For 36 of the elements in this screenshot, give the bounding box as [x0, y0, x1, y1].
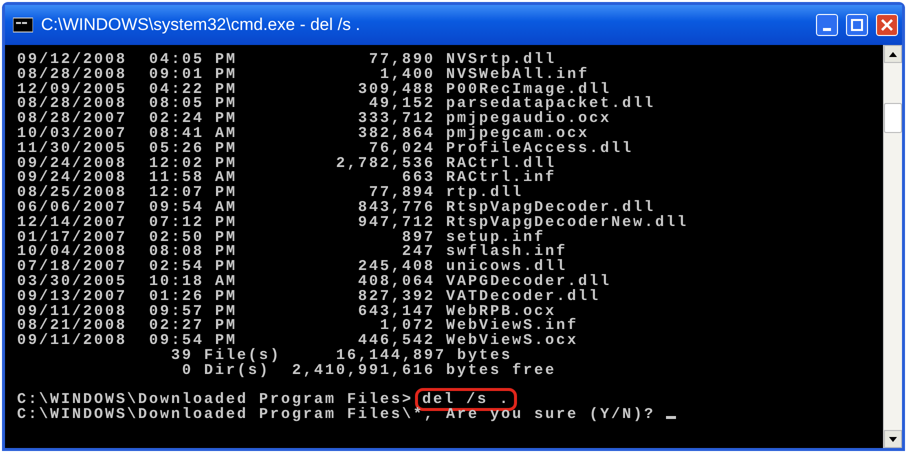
maximize-icon [851, 19, 863, 31]
console-line: 39 File(s) 16,144,897 bytes [170, 348, 513, 364]
console-line: 09/11/2008 09:57 PM 643,147 WebRPB.ocx [17, 304, 556, 320]
console-line: 09/12/2008 04:05 PM 77,890 NVSrtp.dll [17, 53, 556, 68]
console-line: 0 Dir(s) 2,410,991,616 bytes free [181, 364, 558, 379]
console-icon [13, 17, 33, 33]
minimize-icon [823, 28, 831, 31]
console-line: 08/28/2008 09:01 PM 1,400 NVSWebAll.inf [17, 68, 590, 83]
console-line: 09/24/2008 11:58 AM 663 RACtrl.inf [17, 171, 558, 186]
close-icon [881, 19, 893, 31]
console-line: 12/09/2005 04:22 PM 309,488 P00RecImage.dll [17, 82, 612, 98]
console-line: 10/03/2007 08:41 AM 382,864 pmjpegcam.ocx [17, 126, 590, 142]
console-line: 03/30/2005 10:18 AM 408,064 VAPGDecoder.dll [17, 274, 612, 290]
console-line: 01/17/2007 02:50 PM 897 setup.inf [17, 230, 546, 246]
console-line: 09/11/2008 09:54 PM 446,542 WebViewS.ocx [17, 334, 580, 349]
scroll-down-button[interactable] [884, 430, 902, 448]
console-line: 07/18/2007 02:54 PM 245,408 unicows.dll [17, 260, 568, 275]
maximize-button[interactable] [846, 14, 868, 36]
prompt-text: C:\WINDOWS\Downloaded Program Files> [17, 391, 414, 408]
console-line: 12/14/2007 07:12 PM 947,712 RtspVapgDecoderNew.dll [17, 216, 690, 231]
console-line: 08/21/2008 02:27 PM 1,072 WebViewS.inf [17, 319, 580, 334]
console-line: 11/30/2005 05:26 PM 76,024 ProfileAccess.dll [17, 142, 634, 157]
console-line: 08/28/2007 02:24 PM 333,712 pmjpegaudio.ocx [17, 112, 612, 127]
close-button[interactable] [876, 14, 898, 36]
console-line: 09/13/2007 01:26 PM 827,392 VATDecoder.dll [17, 290, 602, 305]
down-arrow-icon [889, 436, 897, 442]
scroll-thumb[interactable] [884, 103, 902, 133]
console-line: 08/28/2008 08:05 PM 49,152 parsedatapacket.dll [17, 97, 656, 112]
scrollbar[interactable] [883, 45, 902, 448]
console-line: 10/04/2008 08:08 PM 247 swflash.inf [17, 245, 568, 260]
scroll-up-button[interactable] [884, 45, 902, 63]
up-arrow-icon [889, 52, 897, 56]
console-line: 06/06/2007 09:54 AM 843,776 RtspVapgDecoder.dll [17, 200, 656, 216]
minimize-button[interactable] [816, 14, 838, 36]
window-title: C:\WINDOWS\system32\cmd.exe - del /s . [41, 15, 362, 35]
console-line: 08/25/2008 12:07 PM 77,894 rtp.dll [17, 186, 524, 201]
